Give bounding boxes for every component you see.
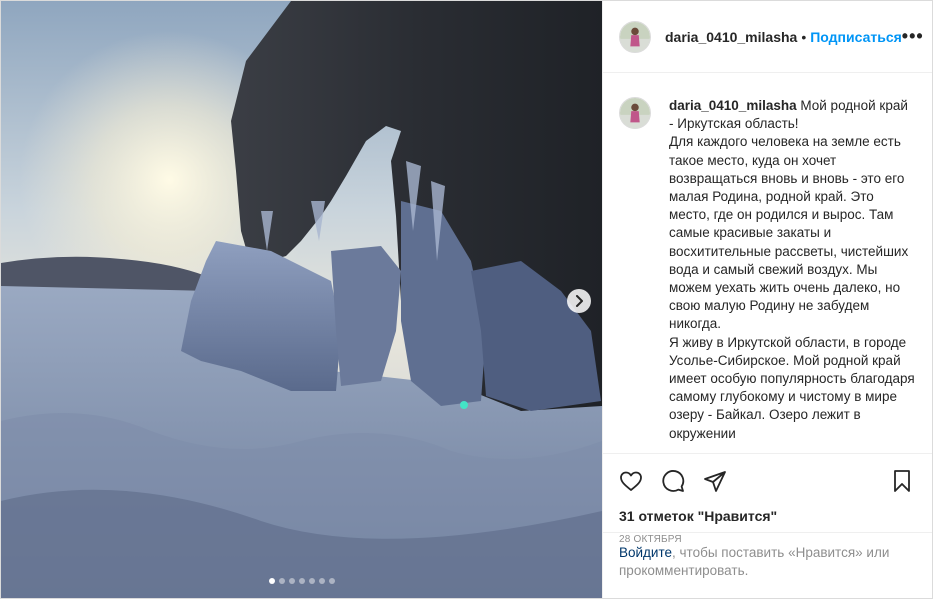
post-author-username[interactable]: daria_0410_milasha bbox=[665, 29, 797, 45]
carousel-dot bbox=[268, 578, 275, 584]
comment-icon[interactable] bbox=[661, 469, 687, 495]
post-photo-carousel[interactable] bbox=[1, 1, 602, 598]
heart-icon[interactable] bbox=[619, 469, 645, 495]
chevron-right-icon bbox=[576, 295, 583, 307]
login-prompt: Войдите, чтобы поставить «Нравится» или … bbox=[603, 532, 932, 598]
post-photo bbox=[1, 1, 602, 598]
share-icon[interactable] bbox=[703, 469, 729, 495]
carousel-dot bbox=[288, 578, 295, 584]
carousel-dot bbox=[298, 578, 305, 584]
carousel-dot bbox=[308, 578, 315, 584]
carousel-dot bbox=[318, 578, 325, 584]
avatar[interactable] bbox=[619, 20, 651, 53]
carousel-indicator bbox=[1, 578, 602, 584]
header-separator: • bbox=[801, 28, 807, 45]
next-photo-button[interactable] bbox=[567, 289, 591, 313]
avatar-image bbox=[620, 21, 650, 52]
post-caption: daria_0410_milasha Мой родной край - Ирк… bbox=[669, 97, 916, 453]
caption-line: Я живу в Иркутской области, в городе Усо… bbox=[669, 334, 915, 441]
avatar[interactable] bbox=[619, 97, 651, 129]
bookmark-icon[interactable] bbox=[890, 469, 916, 495]
post-header: daria_0410_milasha • Подписаться ••• bbox=[603, 1, 932, 73]
caption-line: Для каждого человека на земле есть такое… bbox=[669, 134, 909, 332]
more-options-icon[interactable]: ••• bbox=[902, 26, 924, 47]
likes-count[interactable]: 31 отметок "Нравится" bbox=[619, 508, 916, 524]
comments-area[interactable]: daria_0410_milasha Мой родной край - Ирк… bbox=[603, 73, 932, 453]
action-icons bbox=[619, 462, 916, 502]
instagram-post: daria_0410_milasha • Подписаться ••• dar… bbox=[0, 0, 933, 599]
caption-username[interactable]: daria_0410_milasha bbox=[669, 98, 797, 113]
avatar-image bbox=[620, 98, 650, 128]
login-link[interactable]: Войдите bbox=[619, 545, 672, 560]
follow-button[interactable]: Подписаться bbox=[810, 29, 902, 45]
carousel-dot bbox=[278, 578, 285, 584]
post-sidebar: daria_0410_milasha • Подписаться ••• dar… bbox=[602, 1, 932, 598]
carousel-dot bbox=[328, 578, 335, 584]
